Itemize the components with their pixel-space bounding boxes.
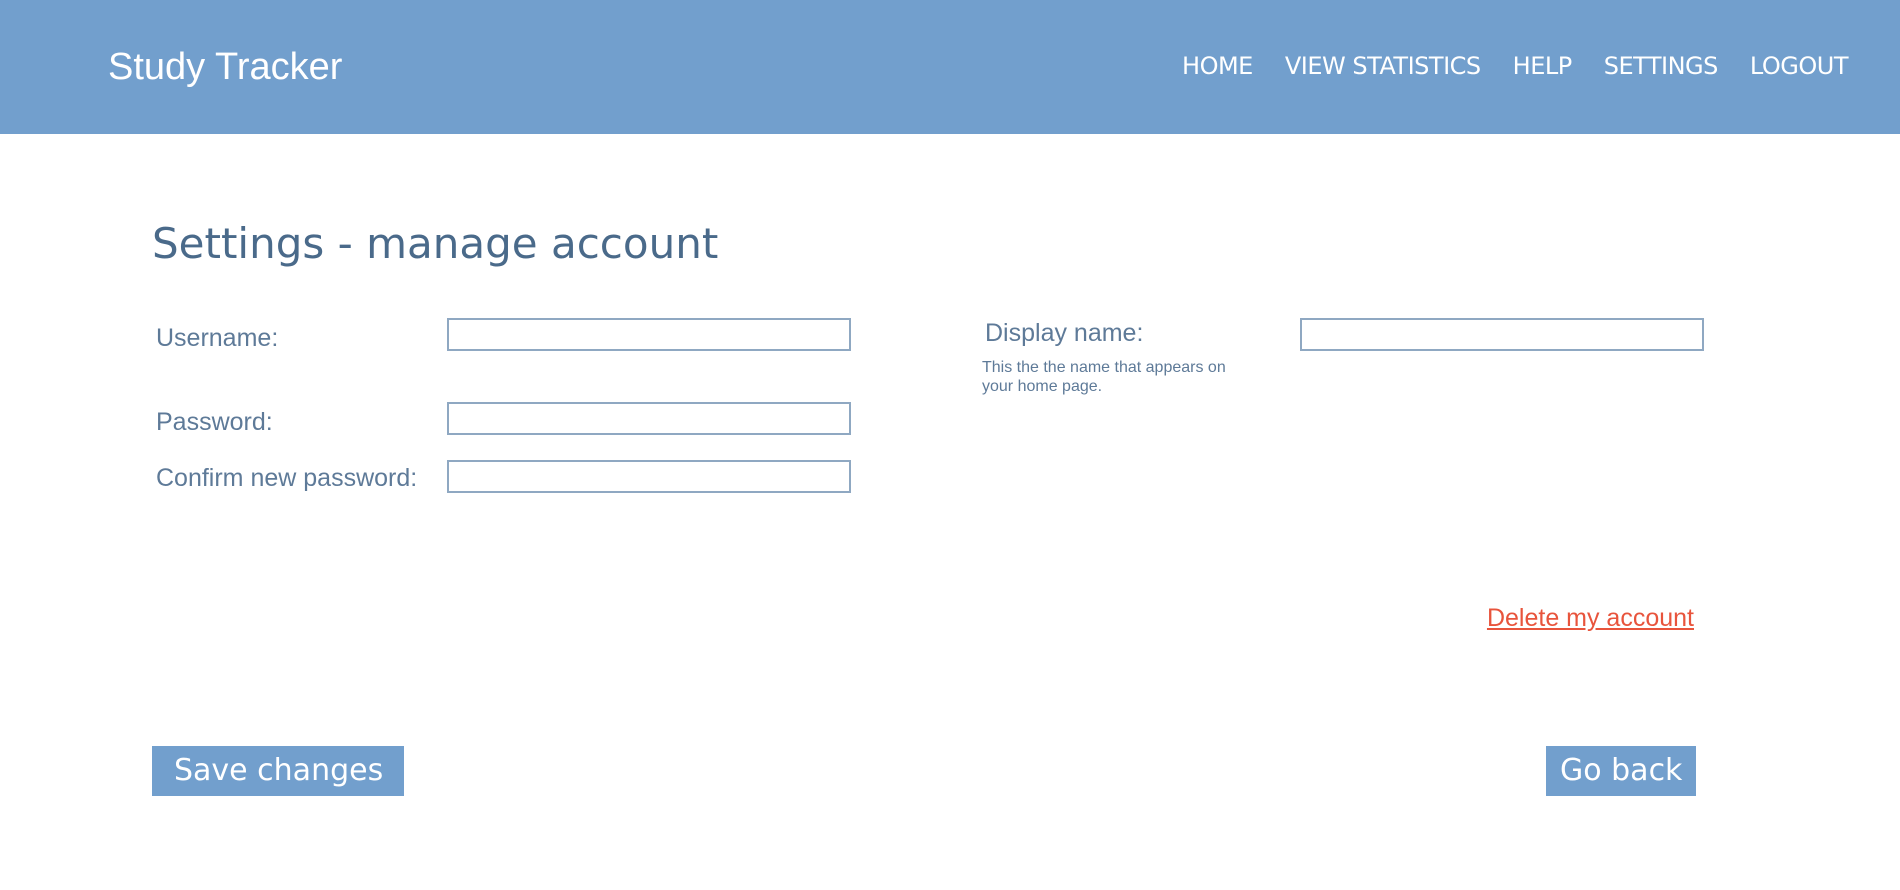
nav-logout[interactable]: LOGOUT: [1750, 48, 1849, 84]
nav-help[interactable]: HELP: [1513, 48, 1573, 84]
page-title: Settings - manage account: [152, 219, 719, 268]
nav-settings[interactable]: SETTINGS: [1604, 48, 1719, 84]
username-label: Username:: [156, 324, 279, 352]
go-back-button[interactable]: Go back: [1546, 746, 1696, 796]
username-input[interactable]: [447, 318, 851, 351]
app-title: Study Tracker: [108, 46, 343, 88]
nav-view-statistics[interactable]: VIEW STATISTICS: [1285, 48, 1481, 84]
save-changes-button[interactable]: Save changes: [152, 746, 404, 796]
confirm-password-label: Confirm new password:: [156, 464, 418, 492]
delete-account-link[interactable]: Delete my account: [1487, 602, 1694, 634]
password-input[interactable]: [447, 402, 851, 435]
password-label: Password:: [156, 408, 273, 436]
display-name-hint: This the the name that appears on your h…: [982, 359, 1226, 395]
top-header: Study Tracker HOME VIEW STATISTICS HELP …: [0, 0, 1900, 134]
nav-home[interactable]: HOME: [1182, 48, 1253, 84]
display-name-input[interactable]: [1300, 318, 1704, 351]
confirm-password-input[interactable]: [447, 460, 851, 493]
display-name-label: Display name:: [985, 319, 1144, 347]
main-nav: HOME VIEW STATISTICS HELP SETTINGS LOGOU…: [1182, 48, 1848, 84]
